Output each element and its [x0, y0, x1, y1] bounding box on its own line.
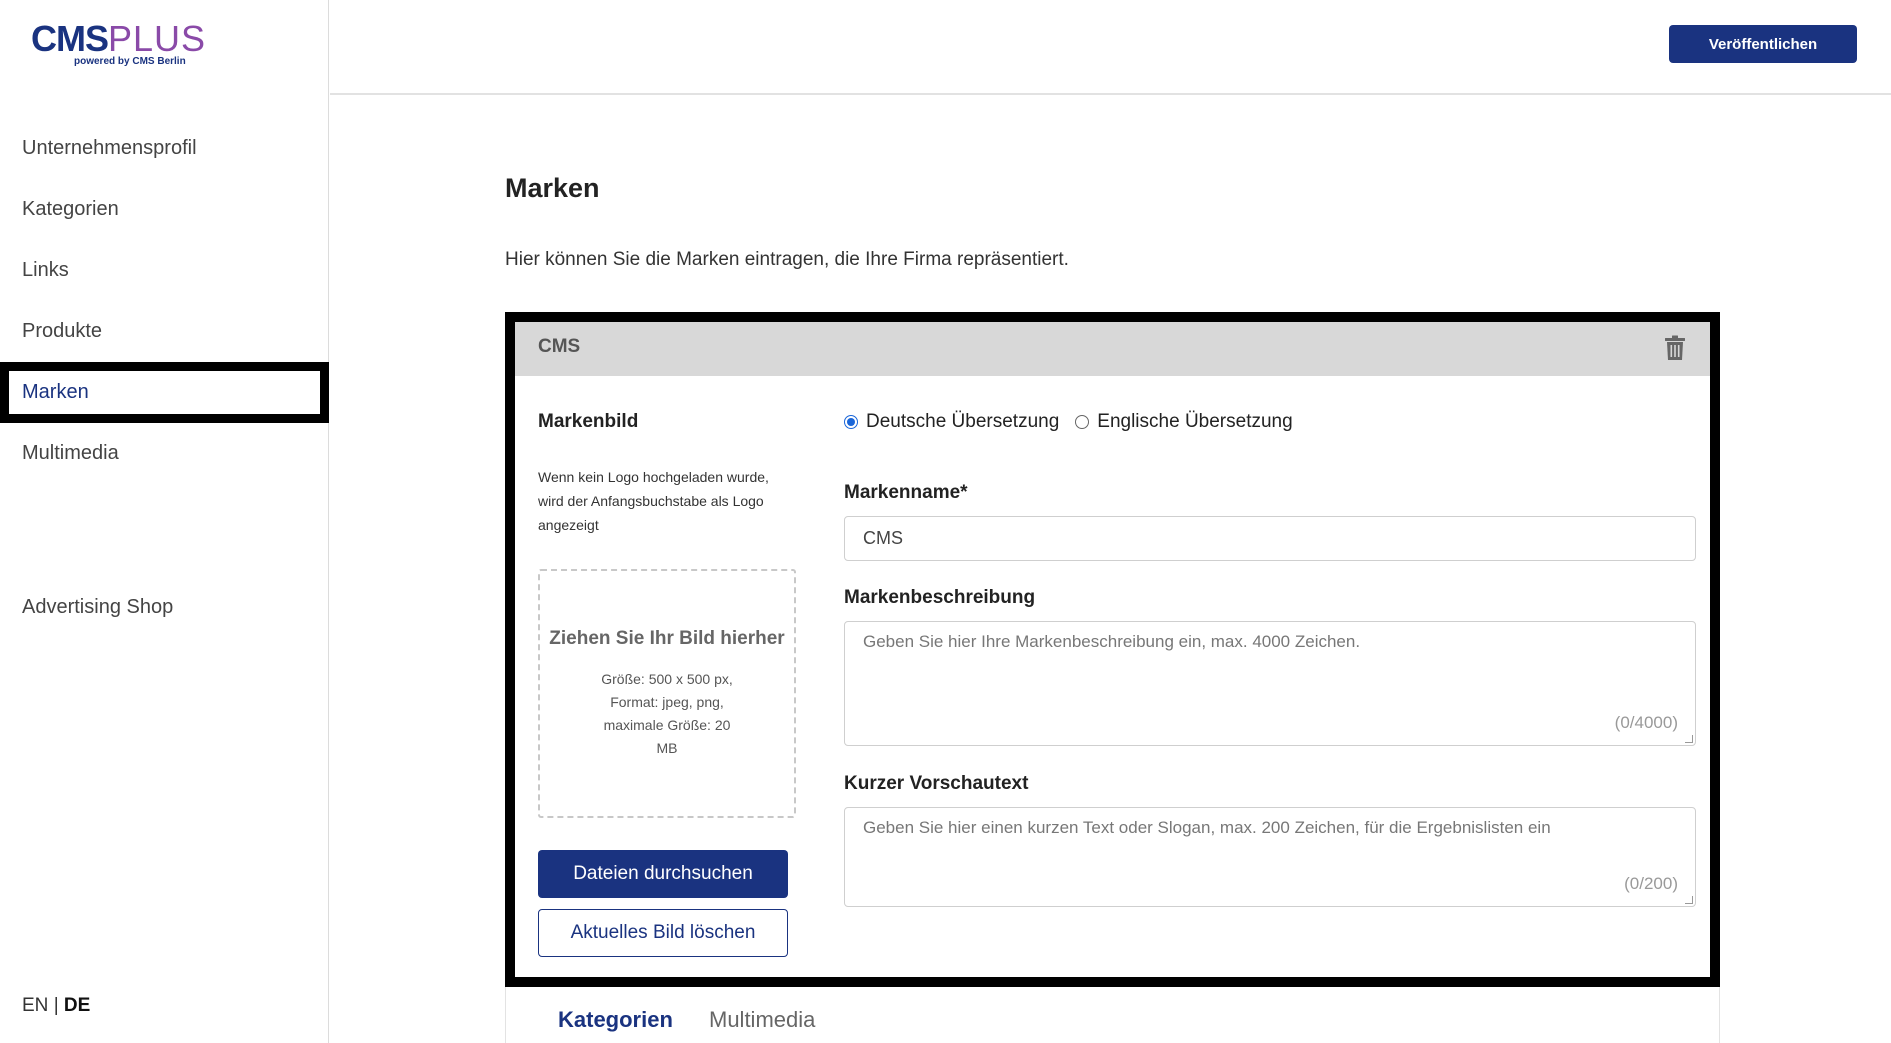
sidebar-item-produkte[interactable]: Produkte: [0, 301, 329, 362]
dropzone-info: Größe: 500 x 500 px, Format: jpeg, png, …: [601, 671, 733, 756]
logo-subtitle: powered by CMS Berlin: [74, 56, 186, 67]
tab-multimedia[interactable]: Multimedia: [709, 1007, 815, 1033]
brand-description-counter: (0/4000): [1614, 713, 1678, 732]
short-text-counter: (0/200): [1624, 874, 1678, 893]
brand-name-label: Markenname*: [844, 482, 968, 503]
brand-card: CMS Markenbild Wenn kein Logo hochgelade…: [505, 312, 1720, 987]
top-bar: Veröffentlichen: [330, 0, 1891, 95]
brand-description-placeholder: Geben Sie hier Ihre Markenbeschreibung e…: [863, 632, 1361, 651]
brand-card-header[interactable]: CMS: [515, 322, 1710, 376]
resize-grip-icon[interactable]: [1685, 735, 1693, 743]
translation-radio-group: Deutsche Übersetzung Englische Übersetzu…: [844, 411, 1309, 433]
logo-plus-text: PLUS: [108, 18, 207, 59]
sidebar-item-unternehmensprofil[interactable]: Unternehmensprofil: [0, 118, 329, 179]
lang-de-link[interactable]: DE: [64, 995, 90, 1016]
logo-wordmark: CMSPLUS: [31, 18, 205, 59]
tab-kategorien[interactable]: Kategorien: [558, 1007, 673, 1033]
brand-description-label: Markenbeschreibung: [844, 587, 1036, 608]
sidebar-item-kategorien[interactable]: Kategorien: [0, 179, 329, 240]
brand-image-heading: Markenbild: [538, 411, 639, 432]
sidebar-item-marken[interactable]: Marken: [0, 362, 329, 423]
brand-name-input[interactable]: [844, 516, 1696, 561]
logo-cms-text: CMS: [31, 18, 109, 59]
sidebar-item-advertising-shop[interactable]: Advertising Shop: [22, 596, 173, 619]
radio-english[interactable]: [1075, 415, 1090, 429]
cms-plus-logo[interactable]: CMSPLUS powered by CMS Berlin: [31, 18, 205, 72]
publish-button[interactable]: Veröffentlichen: [1669, 25, 1857, 63]
sidebar-item-multimedia[interactable]: Multimedia: [0, 423, 329, 484]
browse-files-button[interactable]: Dateien durchsuchen: [538, 850, 788, 898]
short-text-textarea[interactable]: Geben Sie hier einen kurzen Text oder Sl…: [844, 807, 1696, 907]
radio-english-label[interactable]: Englische Übersetzung: [1097, 411, 1292, 433]
radio-german[interactable]: [844, 415, 858, 429]
language-switcher: EN | DE: [22, 995, 90, 1017]
lang-separator: |: [53, 995, 59, 1016]
brand-image-note: Wenn kein Logo hochgeladen wurde, wird d…: [538, 469, 769, 533]
image-dropzone[interactable]: Ziehen Sie Ihr Bild hierher Größe: 500 x…: [538, 569, 796, 818]
bottom-tabs: Kategorien Multimedia: [505, 987, 1720, 1043]
brand-card-title: CMS: [538, 336, 581, 357]
radio-german-label[interactable]: Deutsche Übersetzung: [866, 411, 1059, 433]
trash-icon[interactable]: [1664, 335, 1686, 361]
page-title: Marken: [505, 173, 600, 203]
brand-description-textarea[interactable]: Geben Sie hier Ihre Markenbeschreibung e…: [844, 621, 1696, 746]
sidebar-nav: Unternehmensprofil Kategorien Links Prod…: [0, 118, 329, 484]
short-text-label: Kurzer Vorschautext: [844, 773, 1029, 794]
delete-image-button[interactable]: Aktuelles Bild löschen: [538, 909, 788, 957]
dropzone-title: Ziehen Sie Ihr Bild hierher: [549, 628, 785, 649]
lang-en-link[interactable]: EN: [22, 995, 48, 1016]
page-intro: Hier können Sie die Marken eintragen, di…: [505, 249, 1069, 270]
short-text-placeholder: Geben Sie hier einen kurzen Text oder Sl…: [863, 818, 1551, 837]
resize-grip-icon[interactable]: [1685, 896, 1693, 904]
sidebar-item-links[interactable]: Links: [0, 240, 329, 301]
sidebar: CMSPLUS powered by CMS Berlin Unternehme…: [0, 0, 329, 1043]
